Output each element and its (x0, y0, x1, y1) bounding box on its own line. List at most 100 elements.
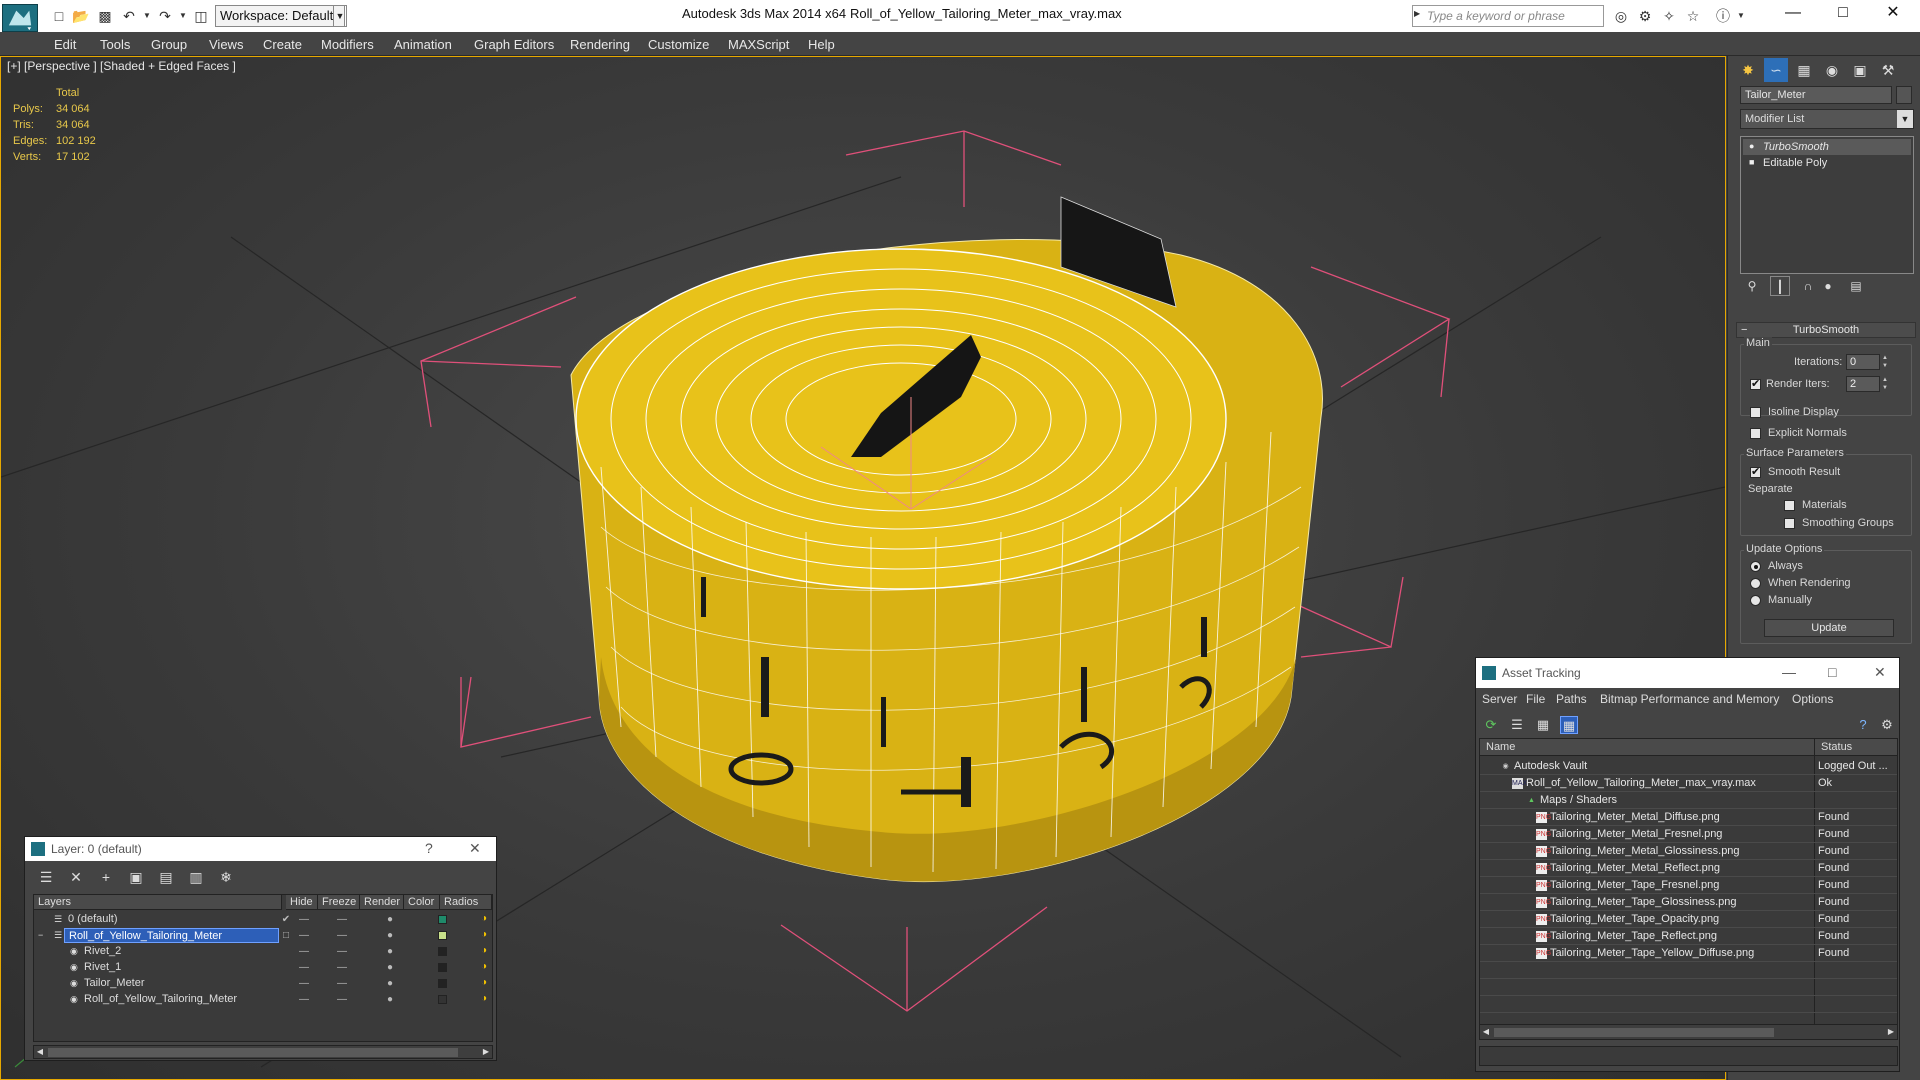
refresh-icon[interactable]: ⟳ (1482, 716, 1500, 734)
asset-row[interactable]: PNG Tailoring_Meter_Metal_Diffuse.png Fo… (1480, 809, 1897, 826)
layer-row[interactable]: − ☰ Roll_of_Yellow_Tailoring_Meter □ — —… (34, 928, 492, 944)
binoculars-icon[interactable]: ◎ (1612, 7, 1630, 25)
close-button[interactable]: ✕ (1868, 0, 1918, 30)
layer-color-swatch[interactable] (438, 931, 447, 940)
open-file-icon[interactable]: 📂 (72, 7, 90, 25)
help-icon[interactable]: ? (1854, 716, 1872, 734)
manually-radio[interactable] (1750, 595, 1761, 606)
table-view-icon[interactable]: ▦ (1560, 716, 1578, 734)
layer-color-swatch[interactable] (438, 979, 447, 988)
minimize-button[interactable]: — (1768, 0, 1818, 30)
layer-row[interactable]: ◉ Rivet_1 — — ● ◑ (34, 960, 492, 976)
layer-horizontal-scrollbar[interactable]: ◀ ▶ (33, 1045, 493, 1059)
layer-color-swatch[interactable] (438, 995, 447, 1004)
turbosmooth-rollout-header[interactable]: − TurboSmooth (1736, 322, 1916, 338)
explicit-normals-checkbox[interactable] (1750, 428, 1761, 439)
menu-tools[interactable]: Tools (100, 37, 130, 52)
menu-views[interactable]: Views (209, 37, 243, 52)
col-color[interactable]: Color (404, 895, 440, 910)
menu-group[interactable]: Group (151, 37, 187, 52)
close-icon[interactable]: ✕ (469, 840, 481, 857)
help-dropdown-icon[interactable]: ▼ (1732, 7, 1750, 25)
object-color-swatch[interactable] (1896, 86, 1912, 104)
hide-toggle[interactable]: — (296, 944, 312, 959)
menu-edit[interactable]: Edit (54, 37, 76, 52)
materials-checkbox[interactable] (1784, 500, 1795, 511)
radiosity-icon[interactable]: ◑ (481, 929, 493, 941)
col-freeze[interactable]: Freeze (318, 895, 360, 910)
col-hide[interactable]: Hide (286, 895, 318, 910)
render-teapot-icon[interactable]: ● (382, 976, 398, 991)
hide-all-layers-icon[interactable]: ▥ (187, 868, 205, 886)
freeze-toggle[interactable]: — (334, 992, 350, 1007)
search-expand-icon[interactable]: ▶ (1414, 9, 1420, 18)
spinner-arrows-icon[interactable]: ▲ ▼ (1881, 376, 1889, 392)
highlight-layer-icon[interactable]: ▤ (157, 868, 175, 886)
col-render[interactable]: Render (360, 895, 404, 910)
maximize-button[interactable]: □ (1818, 0, 1868, 30)
subscription-icon[interactable]: ⚙ (1636, 7, 1654, 25)
tree-view-icon[interactable]: ▦ (1534, 716, 1552, 734)
create-layer-icon[interactable]: ☰ (37, 868, 55, 886)
layer-row[interactable]: ◉ Rivet_2 — — ● ◑ (34, 944, 492, 960)
smoothing-groups-checkbox[interactable] (1784, 518, 1795, 529)
delete-layer-icon[interactable]: ✕ (67, 868, 85, 886)
favorites-star-icon[interactable]: ☆ (1684, 7, 1702, 25)
app-logo-icon[interactable] (2, 4, 38, 32)
layer-row[interactable]: ◉ Tailor_Meter — — ● ◑ (34, 976, 492, 992)
hide-toggle[interactable]: — (296, 976, 312, 991)
list-view-icon[interactable]: ☰ (1508, 716, 1526, 734)
menu-modifiers[interactable]: Modifiers (321, 37, 374, 52)
stack-item-turbosmooth[interactable]: ● TurboSmooth (1743, 139, 1911, 155)
asset-row[interactable]: PNG Tailoring_Meter_Tape_Reflect.png Fou… (1480, 928, 1897, 945)
menu-bitmap-performance[interactable]: Bitmap Performance and Memory (1600, 692, 1779, 706)
minimize-icon[interactable]: — (1782, 664, 1796, 680)
asset-row[interactable]: PNG Tailoring_Meter_Tape_Yellow_Diffuse.… (1480, 945, 1897, 962)
communication-icon[interactable]: ✧ (1660, 7, 1678, 25)
update-button[interactable]: Update (1764, 619, 1894, 637)
menu-paths[interactable]: Paths (1556, 692, 1587, 706)
menu-create[interactable]: Create (263, 37, 302, 52)
hide-toggle[interactable]: — (296, 928, 312, 943)
undo-dropdown-icon[interactable]: ▼ (138, 7, 156, 25)
close-icon[interactable]: ✕ (1874, 664, 1886, 681)
redo-dropdown-icon[interactable]: ▼ (174, 7, 192, 25)
asset-tracking-titlebar[interactable]: Asset Tracking — □ ✕ (1476, 658, 1899, 688)
always-radio[interactable] (1750, 561, 1761, 572)
radiosity-icon[interactable]: ◑ (481, 913, 493, 925)
menu-file[interactable]: File (1526, 692, 1545, 706)
create-tab-icon[interactable]: ✸ (1736, 58, 1760, 82)
workspace-dropdown-arrow-icon[interactable]: ▼ (333, 5, 347, 27)
col-radios[interactable]: Radios (440, 895, 492, 910)
radiosity-icon[interactable]: ◑ (481, 993, 493, 1005)
render-iters-checkbox[interactable] (1750, 377, 1761, 390)
new-file-icon[interactable]: □ (50, 7, 68, 25)
freeze-toggle[interactable]: — (334, 960, 350, 975)
scroll-left-icon[interactable]: ◀ (34, 1046, 46, 1058)
scrollbar-thumb[interactable] (1494, 1028, 1774, 1037)
save-file-icon[interactable]: ▩ (96, 7, 114, 25)
layer-color-swatch[interactable] (438, 915, 447, 924)
hide-toggle[interactable]: — (296, 960, 312, 975)
render-teapot-icon[interactable]: ● (382, 912, 398, 927)
scroll-right-icon[interactable]: ▶ (1885, 1026, 1897, 1038)
select-objects-in-layer-icon[interactable]: ▣ (127, 868, 145, 886)
remove-modifier-icon[interactable]: ● (1818, 276, 1838, 296)
render-teapot-icon[interactable]: ● (382, 960, 398, 975)
asset-row[interactable]: PNG Tailoring_Meter_Metal_Reflect.png Fo… (1480, 860, 1897, 877)
add-to-layer-icon[interactable]: + (97, 868, 115, 886)
hide-toggle[interactable]: — (296, 992, 312, 1007)
active-layer-check-icon[interactable]: ✔ (278, 912, 294, 927)
layer-color-swatch[interactable] (438, 963, 447, 972)
smooth-result-checkbox[interactable] (1750, 465, 1761, 478)
display-tab-icon[interactable]: ▣ (1848, 58, 1872, 82)
asset-row[interactable]: PNG Tailoring_Meter_Tape_Fresnel.png Fou… (1480, 877, 1897, 894)
asset-horizontal-scrollbar[interactable]: ◀ ▶ (1479, 1024, 1898, 1040)
motion-tab-icon[interactable]: ◉ (1820, 58, 1844, 82)
render-teapot-icon[interactable]: ● (382, 928, 398, 943)
utilities-tab-icon[interactable]: ⚒ (1876, 58, 1900, 82)
menu-graph-editors[interactable]: Graph Editors (474, 37, 554, 52)
layer-row[interactable]: ◉ Roll_of_Yellow_Tailoring_Meter — — ● ◑ (34, 992, 492, 1008)
radiosity-icon[interactable]: ◑ (481, 977, 493, 989)
layer-dialog-titlebar[interactable]: Layer: 0 (default) ? ✕ (25, 837, 496, 861)
